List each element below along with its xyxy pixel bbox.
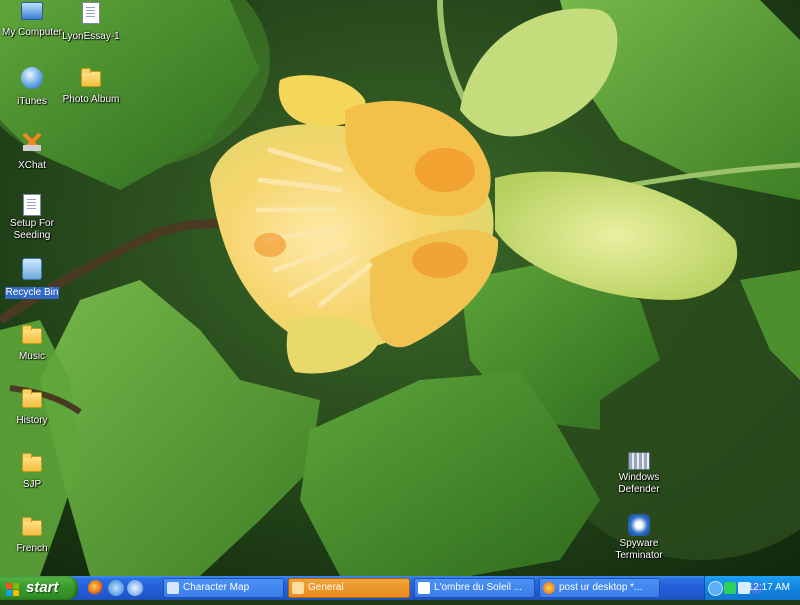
system-tray: 12:17 AM <box>704 576 800 600</box>
desktop-icon-photo-album[interactable]: Photo Album <box>58 67 124 107</box>
desktop-icon-label: XChat <box>18 160 46 171</box>
desktop-icon-xchat[interactable]: XChat <box>0 131 64 173</box>
desktop-icon-windows-defender[interactable]: Windows Defender <box>606 452 672 497</box>
firefox-icon[interactable] <box>88 580 104 596</box>
desktop-icon-label: Music <box>18 351 46 362</box>
folder-icon <box>22 453 42 472</box>
clock[interactable]: 12:17 AM <box>748 576 790 600</box>
start-label: start <box>26 579 59 596</box>
task-character-map[interactable]: Character Map <box>163 578 284 598</box>
desktop-icon-history[interactable]: History <box>0 388 64 428</box>
internet-explorer-icon[interactable] <box>108 580 124 596</box>
desktop-icon-recycle-bin[interactable]: Recycle Bin <box>0 258 64 300</box>
start-button[interactable]: start <box>0 576 78 600</box>
task-label: L'ombre du Soleil ... <box>434 582 523 593</box>
desktop-icon-label: Spyware Terminator <box>615 538 663 561</box>
task-label: post ur desktop *... <box>559 582 643 593</box>
windows-logo-icon <box>6 581 20 596</box>
firefox-icon <box>543 582 555 594</box>
desktop-icon-label: LyonEssay-1 <box>62 31 120 42</box>
desktop-icon-setup-for-seeding[interactable]: Setup For Seeding <box>0 194 64 243</box>
my-computer-icon <box>21 2 43 20</box>
desktop-icon-label: History <box>16 415 48 426</box>
task-lombre-du-soleil[interactable]: L'ombre du Soleil ... <box>414 578 535 598</box>
desktop-icon-label: Windows Defender <box>618 472 660 495</box>
spyware-terminator-icon <box>628 514 650 536</box>
word-document-icon <box>82 2 100 24</box>
desktop-icon-label: Recycle Bin <box>4 287 60 299</box>
desktop-icon-itunes[interactable]: iTunes <box>0 67 64 109</box>
character-map-icon <box>167 582 179 594</box>
folder-icon <box>81 68 101 87</box>
folder-icon <box>22 325 42 344</box>
desktop-icon-spyware-terminator[interactable]: Spyware Terminator <box>606 514 672 563</box>
itunes-icon <box>21 67 43 89</box>
word-document-icon <box>418 582 430 594</box>
desktop-icon-lyonessay[interactable]: LyonEssay-1 <box>58 2 124 44</box>
task-general[interactable]: General <box>288 578 410 598</box>
desktop-icon-label: SJP <box>22 479 42 490</box>
desktop-icon-label: Setup For Seeding <box>10 218 54 241</box>
media-icon[interactable] <box>127 580 143 596</box>
task-post-ur-desktop[interactable]: post ur desktop *... <box>539 578 660 598</box>
desktop-icon-sjp[interactable]: SJP <box>0 452 64 492</box>
task-label: General <box>308 582 344 593</box>
recycle-bin-icon <box>22 258 42 280</box>
desktop-icon-music[interactable]: Music <box>0 324 64 364</box>
show-hidden-icons-chevron-icon[interactable] <box>708 581 723 596</box>
desktop-icon-french[interactable]: French <box>0 516 64 556</box>
network-icon[interactable] <box>724 582 736 594</box>
desktop-icon-label: French <box>16 543 48 554</box>
windows-defender-icon <box>628 452 650 470</box>
desktop-icon-label: Photo Album <box>62 94 120 105</box>
taskbar: start Character Map General L'ombre du S… <box>0 576 800 600</box>
folder-icon <box>22 389 42 408</box>
task-label: Character Map <box>183 582 250 593</box>
document-icon <box>23 194 41 216</box>
desktop-icon-label: My Computer <box>1 27 62 38</box>
desktop-icon-label: iTunes <box>17 96 47 107</box>
chat-window-icon <box>292 582 304 594</box>
folder-icon <box>22 517 42 536</box>
desktop-icon-my-computer[interactable]: My Computer <box>0 2 64 40</box>
xchat-icon <box>21 131 43 153</box>
